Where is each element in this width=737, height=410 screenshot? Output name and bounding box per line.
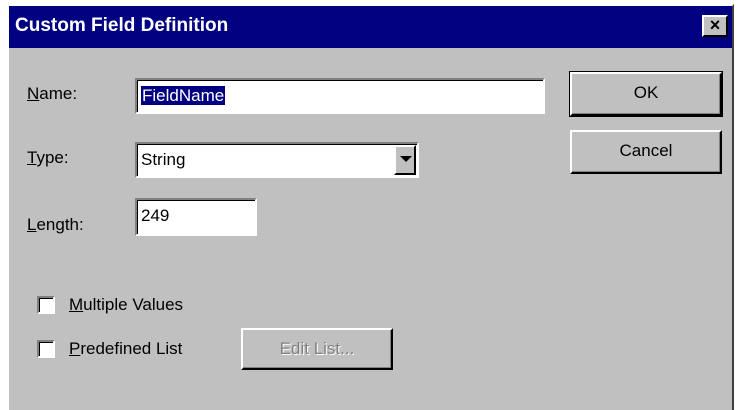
multiple-values-label[interactable]: Multiple Values (69, 295, 183, 315)
type-dropdown-button[interactable] (394, 145, 416, 175)
name-label: Name: (27, 84, 78, 103)
chevron-down-icon (400, 156, 412, 162)
edit-list-button[interactable]: Edit List... (241, 328, 393, 370)
custom-field-dialog: Custom Field Definition × Name: FieldNam… (7, 4, 734, 410)
length-label: Length: (27, 215, 84, 234)
ok-button[interactable]: OK (569, 71, 723, 117)
type-value: String (141, 150, 186, 169)
multiple-values-checkbox[interactable] (37, 296, 55, 314)
name-field[interactable]: FieldName (135, 78, 545, 114)
dialog-title: Custom Field Definition (15, 15, 229, 36)
type-select[interactable]: String (135, 142, 419, 178)
cancel-button[interactable]: Cancel (570, 130, 722, 174)
predefined-list-checkbox[interactable] (37, 340, 55, 358)
predefined-list-label[interactable]: Predefined List (69, 339, 182, 359)
close-button[interactable]: × (702, 15, 728, 37)
name-value: FieldName (139, 85, 227, 106)
close-icon: × (709, 15, 721, 35)
length-value: 249 (141, 206, 170, 225)
type-label: Type: (27, 148, 69, 167)
title-bar[interactable]: Custom Field Definition × (9, 6, 732, 48)
length-field[interactable]: 249 (135, 198, 257, 236)
